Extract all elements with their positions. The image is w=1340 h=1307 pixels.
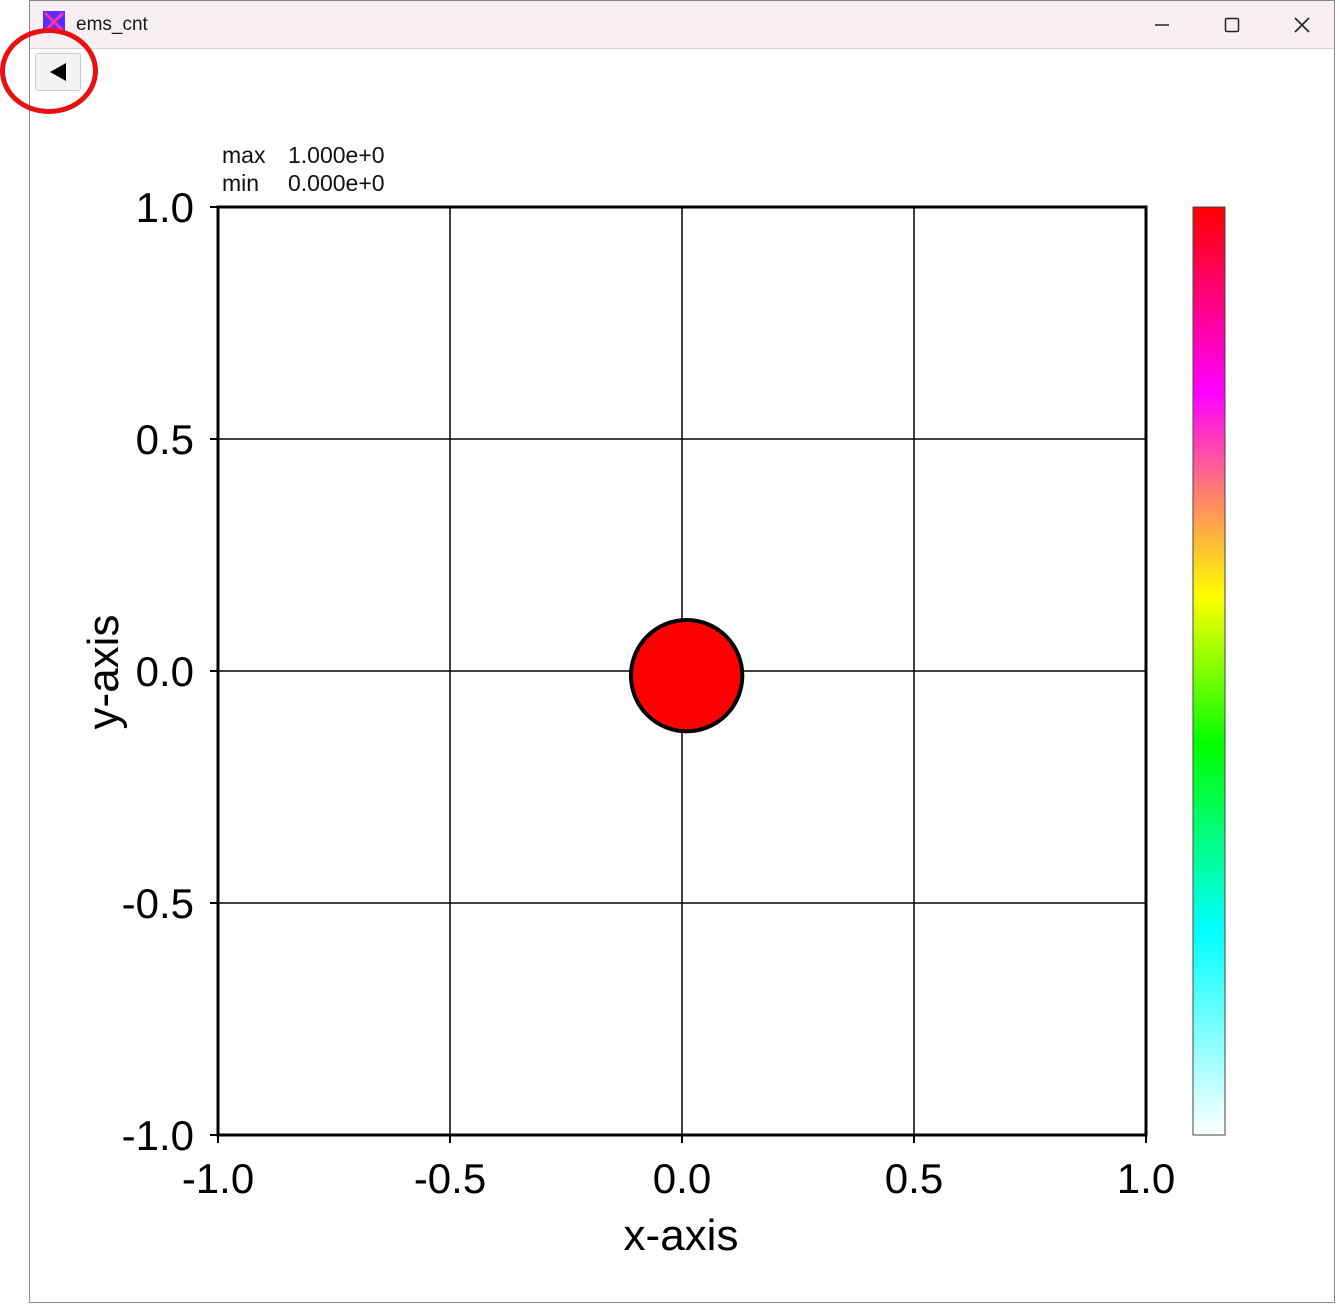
maximize-icon — [1224, 17, 1240, 32]
value-range-readout: max 1.000e+0 min 0.000e+0 — [222, 141, 385, 197]
back-button[interactable] — [35, 53, 81, 91]
minimize-button[interactable] — [1128, 1, 1196, 48]
app-icon — [43, 11, 65, 33]
maximize-button[interactable] — [1198, 1, 1266, 48]
min-label: min — [222, 170, 260, 196]
close-icon — [1294, 16, 1310, 33]
min-value: 0.000e+0 — [288, 170, 385, 196]
window-title: ems_cnt — [76, 14, 148, 35]
minimize-icon — [1155, 23, 1169, 26]
back-arrow-icon — [50, 63, 66, 81]
max-value: 1.000e+0 — [288, 142, 385, 168]
max-label: max — [222, 142, 266, 168]
title-bar[interactable]: ems_cnt — [30, 1, 1334, 49]
desktop-background — [0, 0, 29, 1307]
close-button[interactable] — [1268, 1, 1336, 48]
